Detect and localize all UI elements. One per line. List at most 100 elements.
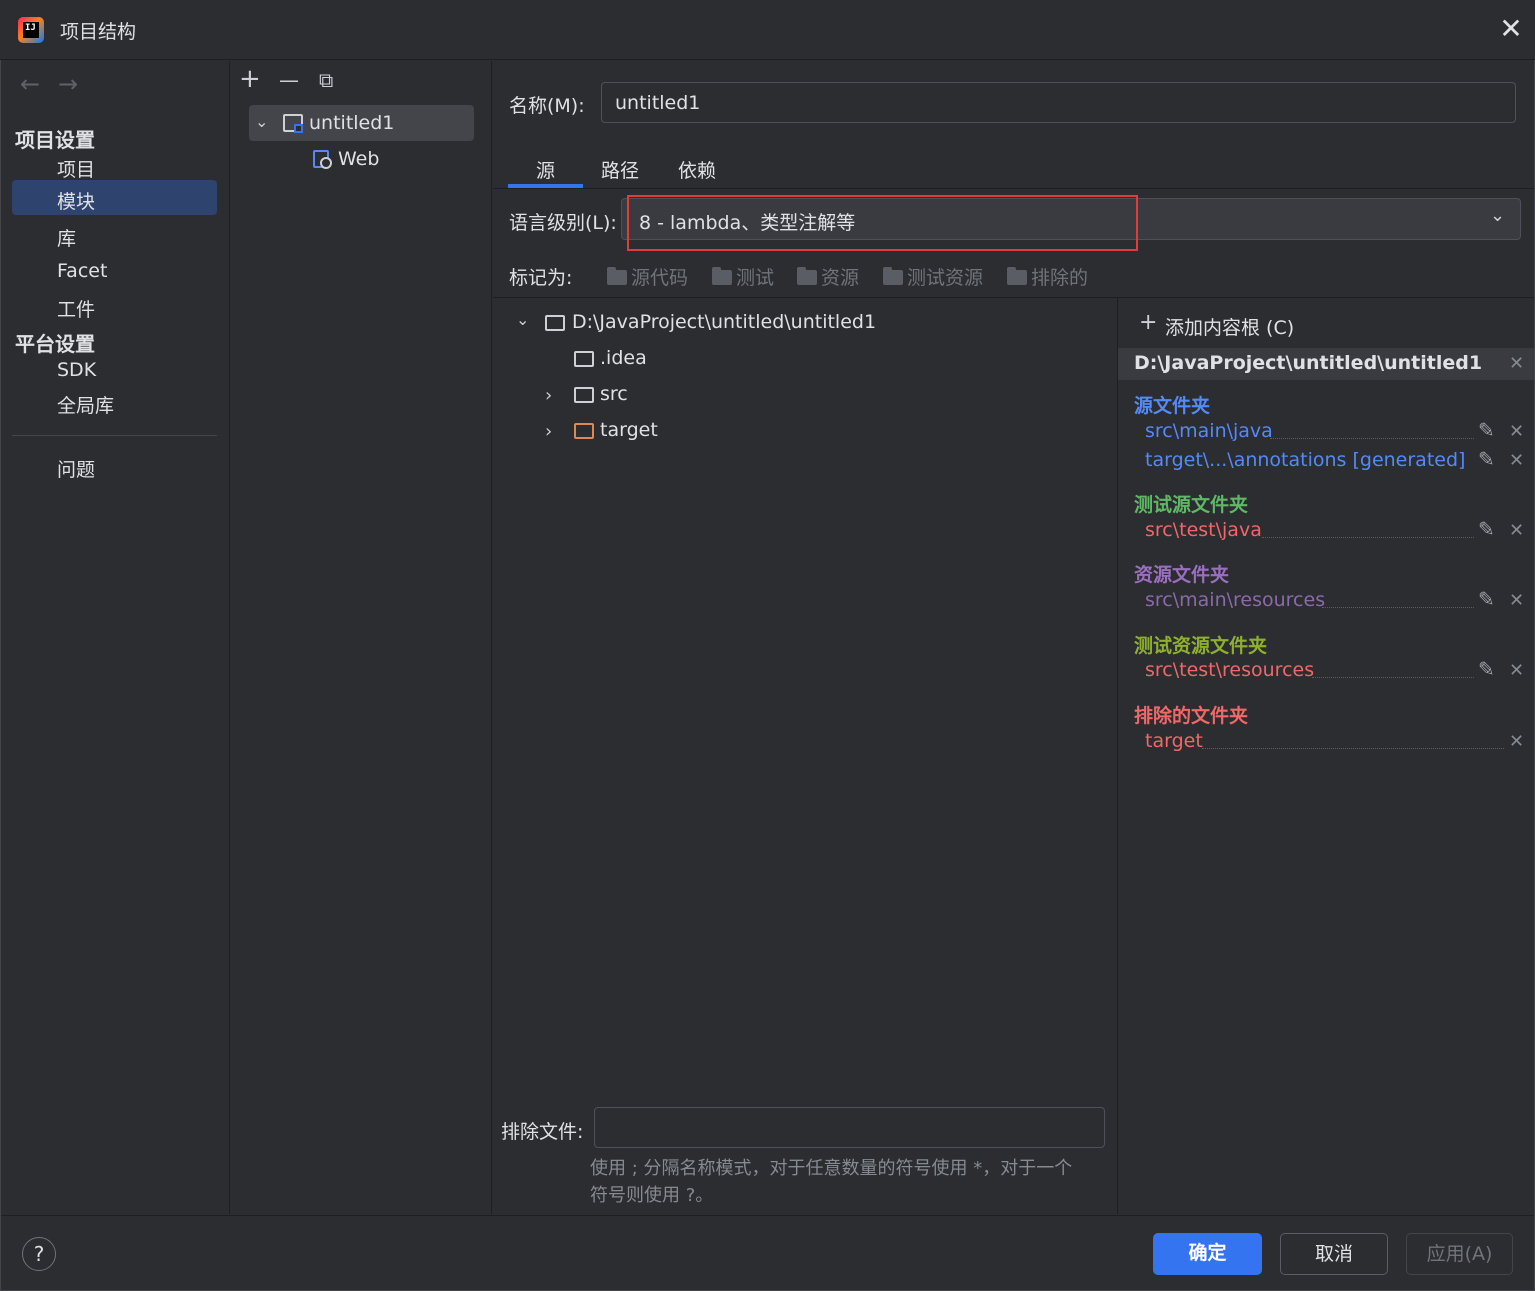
nav-item-libraries[interactable]: 库: [57, 224, 76, 251]
chevron-down-icon[interactable]: ⌄: [516, 310, 529, 329]
nav-selection-highlight: [12, 180, 217, 215]
tab-paths[interactable]: 路径: [601, 156, 639, 183]
remove-content-root-icon[interactable]: ✕: [1509, 353, 1524, 374]
dotted-leader: [1262, 537, 1474, 538]
cancel-button[interactable]: 取消: [1280, 1233, 1388, 1275]
nav-item-project[interactable]: 项目: [57, 155, 95, 182]
exclude-hint-line2: 符号则使用 ?。: [590, 1185, 714, 1206]
nav-item-problems[interactable]: 问题: [57, 455, 95, 482]
remove-folder-icon[interactable]: ✕: [1509, 731, 1524, 752]
folder-icon: [797, 267, 817, 285]
chevron-down-icon: ⌄: [1490, 205, 1506, 226]
mark-sources-button[interactable]: 源代码: [607, 263, 688, 290]
content-root-path: D:\JavaProject\untitled\untitled1: [1134, 352, 1483, 374]
globe-icon: [320, 157, 332, 169]
resource-folder-entry[interactable]: src\main\resources: [1145, 589, 1325, 611]
remove-icon[interactable]: —: [279, 68, 299, 92]
nav-item-artifacts[interactable]: 工件: [57, 295, 95, 322]
excluded-folder-entry[interactable]: target: [1145, 730, 1203, 752]
mark-excluded-button[interactable]: 排除的: [1007, 263, 1088, 290]
apply-button[interactable]: 应用(A): [1406, 1233, 1513, 1275]
edit-pencil-icon[interactable]: ✎: [1478, 657, 1495, 681]
nav-item-modules[interactable]: 模块: [57, 187, 95, 214]
file-tree-item[interactable]: target: [600, 419, 658, 441]
chevron-right-icon[interactable]: ›: [545, 421, 552, 442]
exclude-files-field[interactable]: [594, 1107, 1105, 1148]
file-tree-item[interactable]: .idea: [600, 347, 647, 369]
edit-pencil-icon[interactable]: ✎: [1478, 447, 1495, 471]
folder-icon: [712, 267, 732, 285]
annotation-highlight-box: [627, 195, 1138, 251]
folder-icon: [607, 267, 627, 285]
tabs-separator: [493, 188, 1534, 189]
resource-folders-header: 资源文件夹: [1134, 564, 1230, 586]
edit-pencil-icon[interactable]: ✎: [1478, 587, 1495, 611]
name-field[interactable]: untitled1: [601, 82, 1516, 123]
source-folder-entry[interactable]: target\...\annotations [generated]: [1145, 449, 1465, 471]
back-arrow-icon[interactable]: ←: [20, 70, 40, 98]
help-button[interactable]: ?: [22, 1237, 56, 1271]
settings-nav: [1, 61, 230, 1214]
mark-excluded-label: 排除的: [1031, 267, 1089, 289]
project-settings-header: 项目设置: [15, 128, 95, 152]
ok-button[interactable]: 确定: [1153, 1233, 1262, 1275]
mark-test-resources-label: 测试资源: [907, 267, 984, 289]
mark-sources-label: 源代码: [631, 267, 689, 289]
mark-tests-button[interactable]: 测试: [712, 263, 774, 290]
chevron-down-icon[interactable]: ⌄: [255, 112, 268, 131]
web-facet-label[interactable]: Web: [338, 148, 379, 170]
panel-splitter[interactable]: [1117, 298, 1118, 1214]
test-resource-folder-entry[interactable]: src\test\resources: [1145, 659, 1314, 681]
excluded-folders-header: 排除的文件夹: [1134, 705, 1249, 727]
title-bar: [0, 0, 1535, 60]
tab-sources[interactable]: 源: [536, 156, 555, 183]
file-tree-root[interactable]: D:\JavaProject\untitled\untitled1: [572, 311, 876, 333]
forward-arrow-icon[interactable]: →: [58, 70, 78, 98]
remove-folder-icon[interactable]: ✕: [1509, 590, 1524, 611]
edit-pencil-icon[interactable]: ✎: [1478, 517, 1495, 541]
nav-item-global-libraries[interactable]: 全局库: [57, 391, 114, 418]
dotted-leader: [1202, 748, 1504, 749]
module-badge-icon: [294, 124, 303, 133]
nav-item-sdk[interactable]: SDK: [57, 359, 96, 381]
mark-resources-label: 资源: [821, 267, 860, 289]
language-level-label: 语言级别(L):: [509, 212, 617, 234]
close-icon[interactable]: ✕: [1496, 14, 1526, 44]
mark-tests-label: 测试: [736, 267, 775, 289]
exclude-hint-line1: 使用 ; 分隔名称模式，对于任意数量的符号使用 *，对于一个: [590, 1158, 1073, 1179]
content-separator: [493, 297, 1534, 298]
file-tree-item[interactable]: src: [600, 383, 628, 405]
name-label: 名称(M):: [509, 95, 585, 117]
dotted-leader: [1270, 438, 1474, 439]
excluded-folder-icon: [574, 423, 594, 439]
source-folders-header: 源文件夹: [1134, 395, 1211, 417]
test-resource-folders-header: 测试资源文件夹: [1134, 635, 1268, 657]
remove-folder-icon[interactable]: ✕: [1509, 660, 1524, 681]
window-title: 项目结构: [60, 21, 137, 43]
remove-folder-icon[interactable]: ✕: [1509, 520, 1524, 541]
remove-folder-icon[interactable]: ✕: [1509, 450, 1524, 471]
mark-resources-button[interactable]: 资源: [797, 263, 859, 290]
name-field-value: untitled1: [615, 92, 701, 114]
nav-item-facets[interactable]: Facet: [57, 260, 107, 282]
test-source-folders-header: 测试源文件夹: [1134, 494, 1249, 516]
folder-icon: [574, 351, 594, 367]
modules-panel: [231, 61, 492, 1214]
chevron-right-icon[interactable]: ›: [545, 385, 552, 406]
mark-test-resources-button[interactable]: 测试资源: [883, 263, 983, 290]
copy-icon[interactable]: ⧉: [319, 68, 333, 92]
tab-dependencies[interactable]: 依赖: [678, 156, 716, 183]
folder-icon: [883, 267, 903, 285]
add-content-root-button[interactable]: 添加内容根 (C): [1165, 313, 1294, 340]
remove-folder-icon[interactable]: ✕: [1509, 421, 1524, 442]
dotted-leader: [1322, 607, 1474, 608]
folder-icon: [1007, 267, 1027, 285]
module-label: untitled1: [309, 112, 395, 134]
edit-pencil-icon[interactable]: ✎: [1478, 418, 1495, 442]
add-content-root-icon[interactable]: +: [1139, 310, 1157, 335]
mark-as-label: 标记为:: [509, 267, 573, 289]
test-source-folder-entry[interactable]: src\test\java: [1145, 519, 1262, 541]
folder-icon: [545, 315, 565, 331]
source-folder-entry[interactable]: src\main\java: [1145, 420, 1273, 442]
add-icon[interactable]: +: [239, 64, 261, 94]
